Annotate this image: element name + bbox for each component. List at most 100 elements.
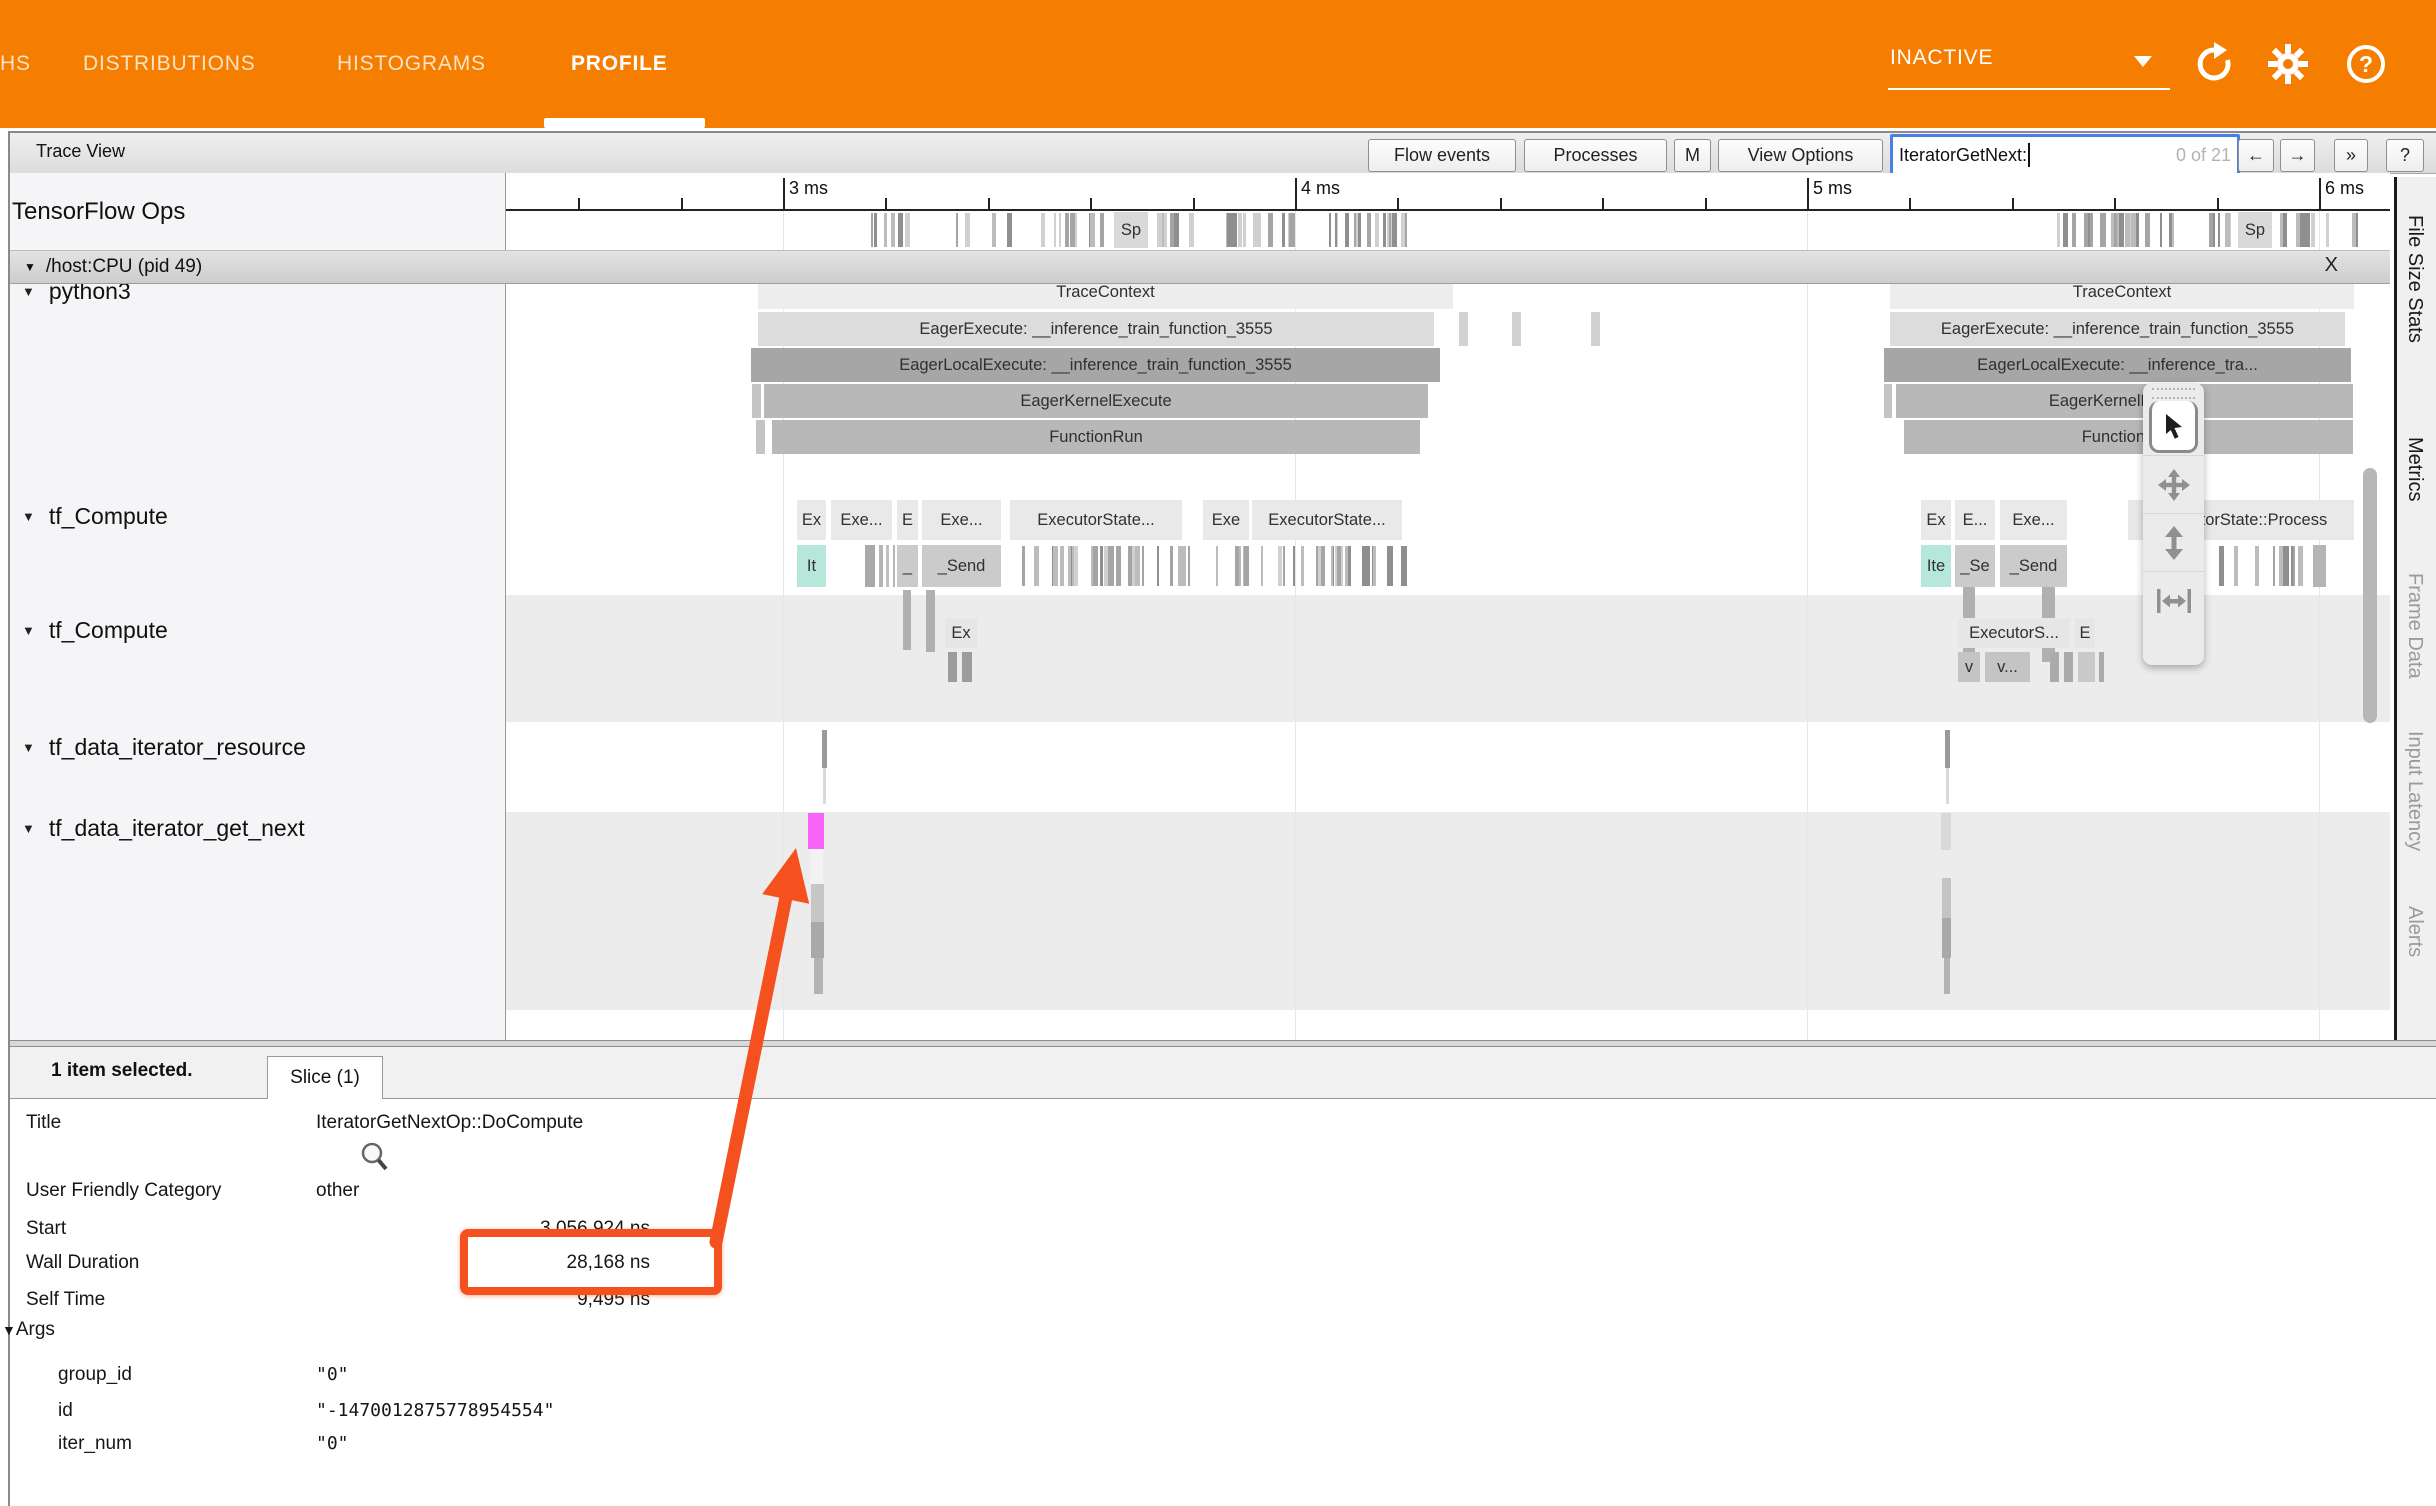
trace-slice[interactable] xyxy=(903,590,911,650)
toolbar-button-m[interactable]: M xyxy=(1674,139,1711,172)
trace-slice[interactable] xyxy=(948,652,957,682)
trace-tick-mark[interactable] xyxy=(2298,546,2303,586)
trace-tick-mark[interactable] xyxy=(2255,546,2259,586)
trace-tick-mark[interactable] xyxy=(1227,213,1232,247)
trace-slice[interactable] xyxy=(962,652,972,682)
trace-slice--send[interactable]: _Send xyxy=(2000,545,2067,587)
trace-tick-mark[interactable] xyxy=(1321,546,1325,586)
trace-slice-functionrun[interactable]: FunctionRun xyxy=(772,420,1420,454)
trace-tick-mark[interactable] xyxy=(1100,546,1103,586)
trace-slice[interactable] xyxy=(1945,730,1950,768)
trace-tick-mark[interactable] xyxy=(1053,546,1058,586)
trace-tick-mark[interactable] xyxy=(2356,213,2358,247)
trace-tick-mark[interactable] xyxy=(2131,213,2136,247)
args-section-toggle[interactable]: ▼Args xyxy=(2,1319,55,1341)
trace-slice-v[interactable]: v xyxy=(1958,652,1980,682)
trace-slice-executorstate-[interactable]: ExecutorState... xyxy=(1010,500,1182,540)
trace-tick-mark[interactable] xyxy=(1059,213,1061,247)
trace-slice[interactable] xyxy=(752,384,761,418)
trace-tick-mark[interactable] xyxy=(2084,213,2088,247)
trace-slice-it[interactable]: It xyxy=(797,545,826,587)
trace-tick-mark[interactable] xyxy=(1401,213,1405,247)
trace-tick-mark[interactable] xyxy=(1366,546,1370,586)
trace-tick-mark[interactable] xyxy=(2305,213,2310,247)
tab-slice[interactable]: Slice (1) xyxy=(267,1056,383,1099)
trace-tick-mark[interactable] xyxy=(1100,213,1104,247)
trace-slice[interactable] xyxy=(1459,312,1468,346)
trace-slice[interactable] xyxy=(2064,652,2073,682)
side-tab-input-latency[interactable]: Input Latency xyxy=(2403,731,2426,851)
trace-tick-mark[interactable] xyxy=(1188,546,1190,586)
trace-tick-mark[interactable] xyxy=(2136,213,2139,247)
track-label-tf-data-iterator-get-next[interactable]: ▼tf_data_iterator_get_next xyxy=(22,815,305,842)
trace-tick-mark[interactable] xyxy=(1375,213,1379,247)
trace-tick-mark[interactable] xyxy=(2283,213,2287,247)
trace-tick-mark[interactable] xyxy=(2117,213,2119,247)
trace-slice-exe-[interactable]: Exe... xyxy=(2000,500,2067,540)
trace-tick-mark[interactable] xyxy=(1174,213,1179,247)
refresh-icon[interactable] xyxy=(2192,42,2236,86)
trace-slice-e-[interactable]: E... xyxy=(1955,500,1995,540)
trace-tick-mark[interactable] xyxy=(1065,213,1069,247)
trace-slice-eagerkernelexecute[interactable]: EagerKernelExecute xyxy=(764,384,1428,418)
trace-tick-mark[interactable] xyxy=(1348,546,1351,586)
trace-tick-mark[interactable] xyxy=(2291,546,2293,586)
vertical-scrollbar-thumb[interactable] xyxy=(2363,468,2377,723)
trace-tick-mark[interactable] xyxy=(2283,546,2286,586)
trace-tick-mark[interactable] xyxy=(2145,213,2150,247)
trace-slice-eagerlocalexecute-inference-train-function-3555[interactable]: EagerLocalExecute: __inference_train_fun… xyxy=(751,348,1440,382)
collapse-triangle-icon[interactable]: ▼ xyxy=(2,1322,16,1338)
trace-slice[interactable] xyxy=(811,922,824,958)
trace-slice[interactable] xyxy=(1942,878,1951,918)
track-label-tf-Compute[interactable]: ▼tf_Compute xyxy=(22,617,168,644)
nav-tab-hs[interactable]: HS xyxy=(0,0,31,128)
trace-tick-mark[interactable] xyxy=(1216,546,1218,586)
trace-tick-mark[interactable] xyxy=(965,213,970,247)
trace-tick-mark[interactable] xyxy=(1383,213,1386,247)
trace-tick-mark[interactable] xyxy=(1170,546,1173,586)
trace-tick-mark[interactable] xyxy=(2119,213,2124,247)
trace-tick-mark[interactable] xyxy=(2273,546,2275,586)
trace-tick-mark[interactable] xyxy=(1261,546,1263,586)
trace-tick-mark[interactable] xyxy=(1070,213,1075,247)
trace-tick-mark[interactable] xyxy=(1278,546,1281,586)
trace-slice[interactable] xyxy=(2078,652,2095,682)
gear-icon[interactable] xyxy=(2266,42,2310,86)
trace-tick-mark[interactable] xyxy=(2090,213,2093,247)
trace-slice-e[interactable]: E xyxy=(897,500,918,540)
trace-tick-mark[interactable] xyxy=(2209,213,2213,247)
nav-tab-histograms[interactable]: HISTOGRAMS xyxy=(337,0,486,128)
trace-tick-mark[interactable] xyxy=(2311,213,2315,247)
trace-slice-e[interactable]: E xyxy=(2075,618,2095,648)
collapse-triangle-icon[interactable]: ▼ xyxy=(22,740,35,755)
trace-tick-mark[interactable] xyxy=(1367,213,1371,247)
magnifier-icon[interactable] xyxy=(358,1140,392,1176)
trace-tick-mark[interactable] xyxy=(1054,213,1056,247)
toolbar-button-flow-events[interactable]: Flow events xyxy=(1368,139,1516,172)
trace-tick-mark[interactable] xyxy=(905,213,910,247)
trace-tick-mark[interactable] xyxy=(1373,546,1376,586)
help-icon[interactable]: ? xyxy=(2344,42,2388,86)
trace-tick-mark[interactable] xyxy=(1157,546,1159,586)
trace-tick-mark[interactable] xyxy=(874,213,877,247)
trace-tick-mark[interactable] xyxy=(1403,546,1407,586)
trace-tick-mark[interactable] xyxy=(1243,213,1246,247)
trace-tick-mark[interactable] xyxy=(1104,546,1108,586)
trace-tick-mark[interactable] xyxy=(898,213,903,247)
trace-tick-mark[interactable] xyxy=(2219,546,2224,586)
trace-tick-mark[interactable] xyxy=(1007,213,1012,247)
trace-tick-mark[interactable] xyxy=(2234,546,2238,586)
trace-tick-mark[interactable] xyxy=(992,213,996,247)
close-icon[interactable]: X xyxy=(2325,254,2338,277)
trace-tick-mark[interactable] xyxy=(2103,213,2106,247)
trace-tick-mark[interactable] xyxy=(1335,213,1337,247)
trace-tick-mark[interactable] xyxy=(1283,546,1285,586)
trace-slice--[interactable]: _ xyxy=(897,545,918,587)
trace-tick-mark[interactable] xyxy=(2125,213,2130,247)
trace-tick-mark[interactable] xyxy=(1164,213,1167,247)
trace-tick-mark[interactable] xyxy=(2218,213,2220,247)
trace-tick-mark[interactable] xyxy=(1316,546,1318,586)
trace-slice[interactable] xyxy=(1944,958,1950,994)
trace-slice[interactable] xyxy=(811,884,824,922)
trace-tick-mark[interactable] xyxy=(1041,213,1045,247)
